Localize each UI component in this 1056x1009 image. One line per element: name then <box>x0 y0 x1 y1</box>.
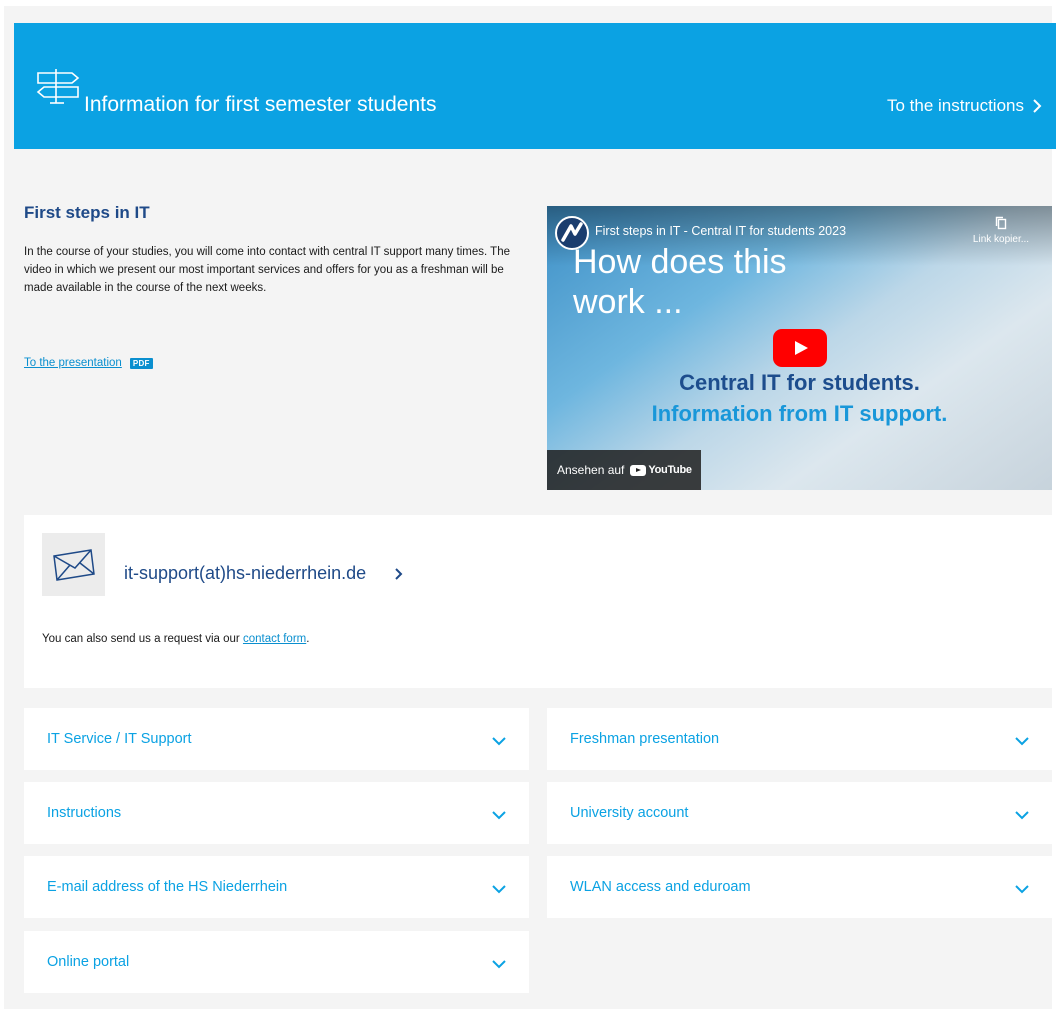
signpost-icon <box>36 69 80 104</box>
support-email: it-support(at)hs-niederrhein.de <box>124 563 367 583</box>
presentation-link-label: To the presentation <box>24 357 122 369</box>
instructions-link-label: To the instructions <box>886 96 1024 115</box>
youtube-play-icon <box>630 464 647 476</box>
support-email-link[interactable]: it-support(at)hs-niederrhein.de <box>124 563 403 584</box>
contact-card: it-support(at)hs-niederrhein.de You can … <box>24 515 1052 688</box>
chevron-down-icon <box>1015 737 1029 746</box>
chevron-down-icon <box>492 960 506 969</box>
video-title: First steps in IT - Central IT for stude… <box>595 224 847 238</box>
accordion-instructions[interactable]: Instructions <box>24 782 529 844</box>
copy-icon <box>995 216 1007 230</box>
video-player[interactable]: First steps in IT - Central IT for stude… <box>547 206 1052 490</box>
video-headline: How does this work ... <box>573 242 803 322</box>
accordion-it-service[interactable]: IT Service / IT Support <box>24 708 529 770</box>
watch-on-youtube-button[interactable]: Ansehen auf YouTube <box>547 450 701 490</box>
chevron-down-icon <box>492 737 506 746</box>
contact-form-link[interactable]: contact form <box>243 633 306 645</box>
accordion-label: Online portal <box>47 954 130 970</box>
first-semester-banner: Information for first semester students … <box>14 23 1056 149</box>
accordion-label: WLAN access and eduroam <box>570 879 751 895</box>
chevron-down-icon <box>1015 811 1029 820</box>
copy-link-label: Link kopier... <box>972 234 1030 245</box>
accordion-label: IT Service / IT Support <box>47 731 192 747</box>
youtube-label: YouTube <box>648 464 692 476</box>
contact-note-prefix: You can also send us a request via our <box>42 633 243 645</box>
youtube-logo: YouTube <box>630 464 692 476</box>
accordion-label: Freshman presentation <box>570 731 720 747</box>
instructions-link[interactable]: To the instructions <box>887 95 1042 117</box>
accordion-university-account[interactable]: University account <box>547 782 1052 844</box>
accordion-label: Instructions <box>47 805 122 821</box>
accordion-online-portal[interactable]: Online portal <box>24 931 529 993</box>
intro-text: In the course of your studies, you will … <box>24 246 510 294</box>
banner-title: Information for first semester students <box>84 93 437 116</box>
chevron-down-icon <box>492 811 506 820</box>
contact-note-suffix: . <box>306 633 310 645</box>
chevron-right-icon <box>395 567 403 580</box>
chevron-down-icon <box>492 885 506 894</box>
accordion-label: University account <box>570 805 689 821</box>
envelope-icon <box>52 548 95 581</box>
play-button[interactable] <box>773 329 827 367</box>
watch-label: Ansehen auf <box>557 463 625 477</box>
video-line-1: Central IT for students. <box>679 370 920 395</box>
copy-link-button[interactable]: Link kopier... <box>966 216 1036 245</box>
contact-note: You can also send us a request via our c… <box>42 633 309 645</box>
chevron-down-icon <box>1015 885 1029 894</box>
accordion-freshman-presentation[interactable]: Freshman presentation <box>547 708 1052 770</box>
video-headline-text: How does this work ... <box>573 243 787 321</box>
chevron-right-icon <box>1033 99 1042 113</box>
intro-title: First steps in IT <box>24 203 150 222</box>
video-line-2: Information from IT support. <box>651 401 948 426</box>
presentation-link[interactable]: To the presentation PDF <box>24 357 153 369</box>
accordion-email-address[interactable]: E-mail address of the HS Niederrhein <box>24 856 529 918</box>
accordion-label: E-mail address of the HS Niederrhein <box>47 879 288 895</box>
mail-icon-box <box>42 533 105 596</box>
accordion-wlan-eduroam[interactable]: WLAN access and eduroam <box>547 856 1052 918</box>
pdf-badge: PDF <box>129 357 153 369</box>
